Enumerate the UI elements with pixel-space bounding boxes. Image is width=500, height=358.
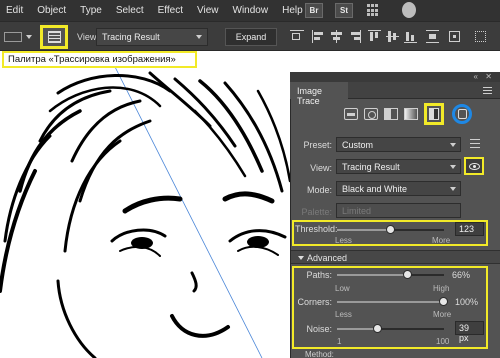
eye-icon xyxy=(468,162,480,170)
paths-min-label: Low xyxy=(335,284,350,293)
panel-view-label: View: xyxy=(310,163,332,173)
paths-slider-fill xyxy=(337,274,408,276)
expand-button[interactable]: Expand xyxy=(225,28,277,46)
menu-object[interactable]: Object xyxy=(30,5,73,16)
panel-tab-bar: Image Trace xyxy=(290,82,500,106)
menu-select[interactable]: Select xyxy=(109,5,151,16)
view-original-eye-button[interactable] xyxy=(464,157,484,175)
tab-image-trace[interactable]: Image Trace xyxy=(290,82,348,106)
panel-menu-icon[interactable] xyxy=(483,87,492,94)
paths-value[interactable]: 66% xyxy=(452,270,470,280)
view-select[interactable]: Tracing Result xyxy=(96,28,208,46)
align-top-icon[interactable] xyxy=(368,30,382,43)
panel-view-select-value: Tracing Result xyxy=(342,162,400,172)
low-color-icon[interactable] xyxy=(384,108,398,120)
threshold-min-label: Less xyxy=(335,236,352,245)
close-panel-icon[interactable]: ✕ xyxy=(485,72,492,82)
align-left-icon[interactable] xyxy=(312,30,326,43)
noise-slider[interactable] xyxy=(337,324,444,333)
noise-label: Noise: xyxy=(306,324,332,334)
distribute-icon[interactable] xyxy=(426,30,440,43)
corners-min-label: Less xyxy=(335,310,352,319)
workspace-grid-icon[interactable] xyxy=(367,4,382,17)
threshold-label: Threshold: xyxy=(295,224,338,234)
preset-select-value: Custom xyxy=(342,140,374,150)
threshold-value-field[interactable]: 123 xyxy=(455,222,484,236)
align-right-icon[interactable] xyxy=(348,30,362,43)
paths-max-label: High xyxy=(433,284,450,293)
image-trace-tooltip: Палитра «Трассировка изображения» xyxy=(2,51,197,68)
advanced-section-toggle[interactable]: Advanced xyxy=(291,250,500,264)
threshold-slider-fill xyxy=(337,229,391,231)
mode-select[interactable]: Black and White xyxy=(336,181,461,196)
noise-max-label: 100 xyxy=(436,337,450,346)
stock-button[interactable]: St xyxy=(335,3,353,18)
black-and-white-preset-button[interactable] xyxy=(424,103,444,125)
traced-face-artwork xyxy=(0,56,290,358)
threshold-max-label: More xyxy=(432,236,451,245)
palette-label: Palette: xyxy=(301,207,332,217)
preset-select[interactable]: Custom xyxy=(336,137,461,152)
threshold-slider-knob[interactable] xyxy=(385,225,395,234)
corners-slider-fill xyxy=(337,301,444,303)
disclosure-triangle-icon xyxy=(298,256,304,260)
menu-effect[interactable]: Effect xyxy=(151,5,190,16)
palette-select-value: Limited xyxy=(342,206,372,216)
mode-select-value: Black and White xyxy=(342,184,408,194)
menu-bar: Edit Object Type Select Effect View Wind… xyxy=(0,0,500,21)
high-color-icon[interactable] xyxy=(364,108,378,120)
noise-min-label: 1 xyxy=(337,337,342,346)
grayscale-icon[interactable] xyxy=(404,108,418,120)
paths-slider[interactable] xyxy=(337,270,444,279)
stroke-dropdown[interactable] xyxy=(0,30,32,44)
transform-icon[interactable] xyxy=(448,30,462,43)
auto-color-icon[interactable] xyxy=(344,108,358,120)
view-select-value: Tracing Result xyxy=(102,32,160,42)
menu-type[interactable]: Type xyxy=(73,5,109,16)
corners-value[interactable]: 100% xyxy=(455,297,478,307)
panel-topbar: « ✕ xyxy=(290,72,500,82)
method-row: Method: xyxy=(291,350,500,358)
corners-label: Corners: xyxy=(297,297,332,307)
image-trace-icon xyxy=(47,31,61,43)
black-and-white-icon xyxy=(429,108,439,120)
chevron-down-icon xyxy=(450,187,456,191)
corners-slider[interactable] xyxy=(337,297,448,306)
paths-slider-knob[interactable] xyxy=(402,270,412,279)
palette-select[interactable]: Limited xyxy=(336,203,461,218)
chevron-down-icon xyxy=(450,143,456,147)
isolate-icon[interactable] xyxy=(474,30,488,43)
noise-slider-knob[interactable] xyxy=(372,324,382,333)
outline-icon xyxy=(457,109,467,119)
threshold-slider[interactable] xyxy=(337,225,444,234)
mode-label: Mode: xyxy=(306,185,332,195)
bridge-button[interactable]: Br xyxy=(305,3,323,18)
noise-value-field[interactable]: 39 px xyxy=(455,321,484,343)
align-center-icon[interactable] xyxy=(330,30,344,43)
artboard-canvas[interactable] xyxy=(0,51,290,358)
method-label: Method: xyxy=(305,350,334,358)
paths-label: Paths: xyxy=(306,270,332,280)
align-middle-icon[interactable] xyxy=(386,30,400,43)
preset-label: Preset: xyxy=(303,140,332,150)
collapse-panel-icon[interactable]: « xyxy=(474,72,478,82)
control-bar: View: Tracing Result Expand xyxy=(0,21,500,51)
menu-edit[interactable]: Edit xyxy=(0,5,30,16)
align-options-icon[interactable] xyxy=(290,30,304,43)
image-trace-panel-button[interactable] xyxy=(40,25,68,49)
noise-slider-fill xyxy=(337,328,378,330)
align-bottom-icon[interactable] xyxy=(404,30,418,43)
preset-icon-row xyxy=(344,102,478,126)
menu-window[interactable]: Window xyxy=(226,5,276,16)
chevron-down-icon xyxy=(196,35,202,39)
chevron-down-icon xyxy=(450,165,456,169)
menu-view[interactable]: View xyxy=(190,5,226,16)
preset-list-icon[interactable] xyxy=(470,139,480,148)
panel-view-select[interactable]: Tracing Result xyxy=(336,159,461,174)
advanced-label: Advanced xyxy=(307,253,348,263)
corners-max-label: More xyxy=(433,310,452,319)
gpu-performance-icon[interactable] xyxy=(402,2,416,18)
corners-slider-knob[interactable] xyxy=(439,297,448,306)
outline-preset-button[interactable] xyxy=(452,104,472,124)
